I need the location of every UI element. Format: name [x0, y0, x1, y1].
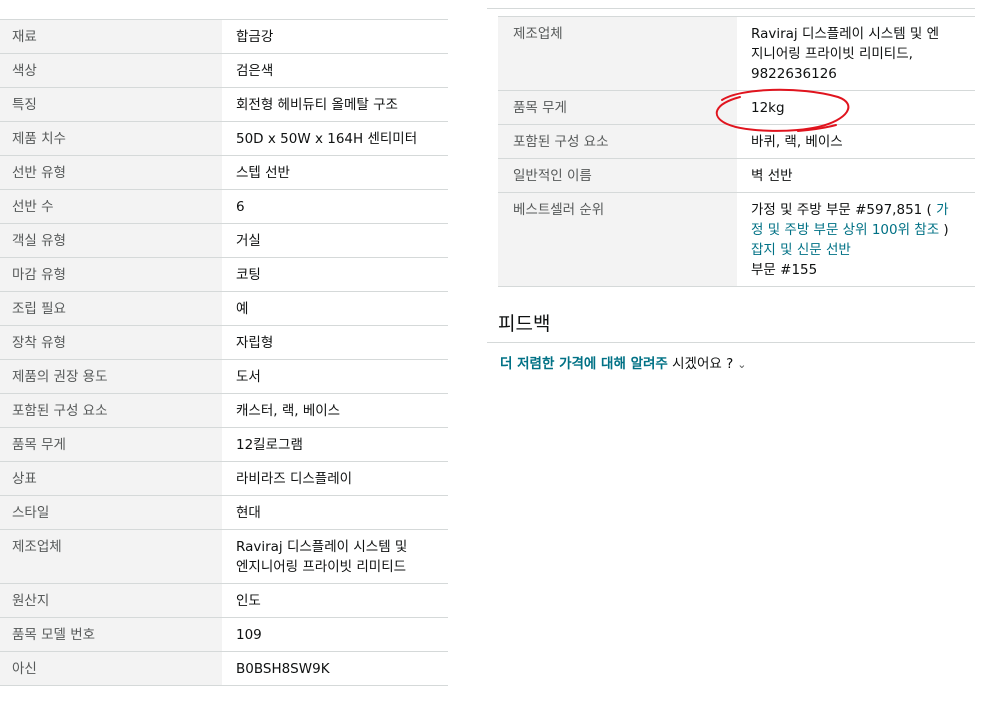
row-value: 거실	[222, 223, 448, 258]
row-value-manufacturer: Raviraj 디스플레이 시스템 및 엔 지니어링 프라이빗 리미티드, 98…	[737, 16, 975, 91]
row-value-generic-name: 벽 선반	[737, 158, 975, 193]
row-value-weight: 12kg	[737, 90, 975, 125]
category-link-magazine-racks[interactable]: 잡지 및 신문 선반	[751, 242, 851, 258]
table-row: 제품 치수 50D x 50W x 164H 센티미터	[0, 121, 448, 156]
row-value-bestseller-rank: 가정 및 주방 부문 #597,851 ( 가 정 및 주방 부문 상위 100…	[737, 192, 975, 287]
table-row: 장착 유형 자립형	[0, 325, 448, 360]
row-key: 아신	[0, 651, 222, 686]
feedback-heading: 피드백	[498, 313, 551, 335]
row-key-manufacturer: 제조업체	[498, 16, 737, 91]
table-row: 품목 무게 12kg	[498, 90, 975, 125]
table-row: 원산지 인도	[0, 583, 448, 618]
table-row: 상표 라비라즈 디스플레이	[0, 461, 448, 496]
row-value: Raviraj 디스플레이 시스템 및 엔지니어링 프라이빗 리미티드	[222, 529, 448, 584]
row-value: 12킬로그램	[222, 427, 448, 462]
table-row: 포함된 구성 요소 캐스터, 랙, 베이스	[0, 393, 448, 428]
table-row: 특징 회전형 헤비듀티 올메탈 구조	[0, 87, 448, 122]
row-key-bestseller-rank: 베스트셀러 순위	[498, 192, 737, 287]
row-key-weight: 품목 무게	[498, 90, 737, 125]
row-key: 품목 모델 번호	[0, 617, 222, 652]
table-row: 객실 유형 거실	[0, 223, 448, 258]
table-row: 품목 모델 번호 109	[0, 617, 448, 652]
table-row: 조립 필요 예	[0, 291, 448, 326]
row-value: 자립형	[222, 325, 448, 360]
row-key: 선반 수	[0, 189, 222, 224]
product-details-table-right: 제조업체 Raviraj 디스플레이 시스템 및 엔 지니어링 프라이빗 리미티…	[498, 16, 975, 287]
row-key: 포함된 구성 요소	[0, 393, 222, 428]
row-key: 스타일	[0, 495, 222, 530]
table-row: 제조업체 Raviraj 디스플레이 시스템 및 엔지니어링 프라이빗 리미티드	[0, 529, 448, 584]
table-row: 포함된 구성 요소 바퀴, 랙, 베이스	[498, 124, 975, 159]
row-key: 품목 무게	[0, 427, 222, 462]
row-key: 마감 유형	[0, 257, 222, 292]
category-rank: 부문 #155	[751, 262, 818, 278]
row-key: 제품의 권장 용도	[0, 359, 222, 394]
price-feedback-link-text[interactable]: 더 저렴한 가격에 대해 알려주	[500, 356, 668, 372]
table-row: 베스트셀러 순위 가정 및 주방 부문 #597,851 ( 가 정 및 주방 …	[498, 192, 975, 287]
row-key: 객실 유형	[0, 223, 222, 258]
row-value: 도서	[222, 359, 448, 394]
chevron-down-icon[interactable]: ⌄	[737, 358, 746, 371]
top-100-link[interactable]: 가	[936, 202, 948, 218]
table-row: 선반 수6	[0, 189, 448, 224]
row-value: 스텝 선반	[222, 155, 448, 190]
row-key: 원산지	[0, 583, 222, 618]
table-row: 재료 합금강	[0, 19, 448, 54]
table-row: 제조업체 Raviraj 디스플레이 시스템 및 엔 지니어링 프라이빗 리미티…	[498, 16, 975, 91]
row-key: 선반 유형	[0, 155, 222, 190]
row-value: 6	[222, 189, 448, 224]
row-value: 회전형 헤비듀티 올메탈 구조	[222, 87, 448, 122]
table-row: 선반 유형 스텝 선반	[0, 155, 448, 190]
table-row: 색상 검은색	[0, 53, 448, 88]
row-key: 장착 유형	[0, 325, 222, 360]
row-key: 제품 치수	[0, 121, 222, 156]
row-value-components: 바퀴, 랙, 베이스	[737, 124, 975, 159]
rank-text: 가정 및 주방 부문 #597,851 (	[751, 202, 937, 218]
product-details-table-left: 재료 합금강 색상 검은색 특징 회전형 헤비듀티 올메탈 구조 제품 치수 50D x 50…	[0, 19, 448, 686]
row-value: 109	[222, 617, 448, 652]
row-key: 조립 필요	[0, 291, 222, 326]
row-value: 코팅	[222, 257, 448, 292]
row-key-components: 포함된 구성 요소	[498, 124, 737, 159]
table-row: 제품의 권장 용도 도서	[0, 359, 448, 394]
rank-text-close: )	[939, 222, 949, 238]
divider	[487, 8, 975, 9]
row-key: 특징	[0, 87, 222, 122]
table-row: 아신 B0BSH8SW9K	[0, 651, 448, 686]
table-row: 일반적인 이름 벽 선반	[498, 158, 975, 193]
price-feedback-link[interactable]: 더 저렴한 가격에 대해 알려주 시겠어요 ? ⌄	[500, 352, 747, 372]
table-row: 마감 유형 코팅	[0, 257, 448, 292]
row-value: 합금강	[222, 19, 448, 54]
row-value: 현대	[222, 495, 448, 530]
row-key-generic-name: 일반적인 이름	[498, 158, 737, 193]
divider	[487, 342, 975, 343]
row-key: 상표	[0, 461, 222, 496]
row-key: 색상	[0, 53, 222, 88]
row-value: 라비라즈 디스플레이	[222, 461, 448, 496]
row-key: 재료	[0, 19, 222, 54]
row-value: 예	[222, 291, 448, 326]
row-value: 인도	[222, 583, 448, 618]
row-value: B0BSH8SW9K	[222, 651, 448, 686]
row-key: 제조업체	[0, 529, 222, 584]
row-value: 검은색	[222, 53, 448, 88]
table-row: 품목 무게 12킬로그램	[0, 427, 448, 462]
top-100-link-cont[interactable]: 정 및 주방 부문 상위 100위 참조	[751, 222, 939, 238]
table-row: 스타일 현대	[0, 495, 448, 530]
row-value: 캐스터, 랙, 베이스	[222, 393, 448, 428]
price-feedback-suffix: 시겠어요 ?	[667, 356, 734, 372]
row-value: 50D x 50W x 164H 센티미터	[222, 121, 448, 156]
